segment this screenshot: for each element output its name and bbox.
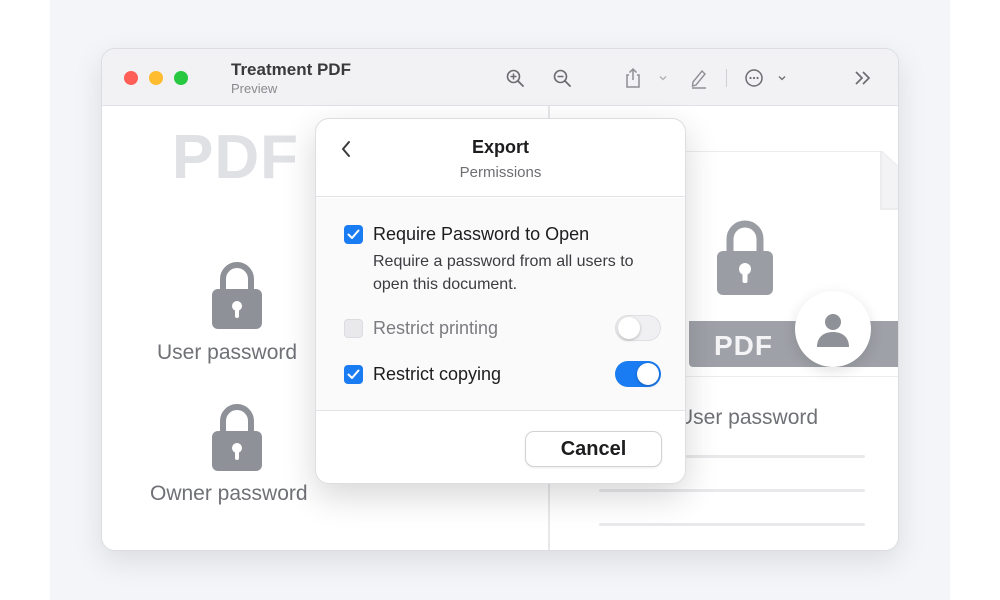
markup-pen-icon[interactable] bbox=[688, 67, 710, 89]
close-window-button[interactable] bbox=[124, 71, 138, 85]
toolbar-separator bbox=[726, 69, 727, 87]
pdf-heading: PDF bbox=[172, 123, 299, 192]
sheet-subtitle: Permissions bbox=[459, 164, 542, 181]
require-password-label: Require Password to Open bbox=[373, 224, 590, 244]
sheet-title: Export bbox=[471, 137, 529, 157]
window-subtitle: Preview bbox=[231, 81, 278, 96]
minimize-window-button[interactable] bbox=[149, 71, 163, 85]
zoom-window-button[interactable] bbox=[174, 71, 188, 85]
sheet-header: Export Permissions bbox=[316, 119, 685, 197]
window-title: Treatment PDF bbox=[231, 60, 351, 79]
more-chevron-down-icon[interactable] bbox=[775, 67, 789, 89]
toggle-knob bbox=[618, 317, 640, 339]
export-permissions-sheet: Export Permissions Require Password to O… bbox=[315, 118, 686, 484]
share-icon[interactable] bbox=[622, 67, 644, 89]
sidebar-expand-icon[interactable] bbox=[852, 67, 874, 89]
user-password-label: User password bbox=[157, 341, 298, 364]
pdf-badge-text: PDF bbox=[714, 330, 773, 361]
zoom-in-icon[interactable] bbox=[504, 67, 526, 89]
restrict-printing-toggle[interactable] bbox=[615, 315, 661, 341]
text-line bbox=[599, 523, 865, 526]
owner-password-label: Owner password bbox=[150, 482, 308, 505]
zoom-out-icon[interactable] bbox=[551, 67, 573, 89]
require-password-checkbox[interactable] bbox=[344, 225, 363, 244]
require-password-description: Require a password from all users to ope… bbox=[373, 253, 634, 293]
window-titlebar: Treatment PDF Preview bbox=[102, 49, 898, 106]
share-chevron-down-icon[interactable] bbox=[656, 67, 670, 89]
sheet-footer: Cancel bbox=[316, 410, 685, 483]
cancel-button[interactable]: Cancel bbox=[525, 431, 662, 467]
document-lock-icon bbox=[714, 217, 776, 302]
restrict-copying-toggle[interactable] bbox=[615, 361, 661, 387]
restrict-copying-label: Restrict copying bbox=[373, 364, 502, 384]
user-avatar-icon bbox=[795, 291, 871, 367]
restrict-printing-checkbox[interactable] bbox=[344, 319, 363, 338]
lock-icon bbox=[209, 259, 265, 336]
restrict-printing-label: Restrict printing bbox=[373, 318, 499, 338]
text-line bbox=[599, 489, 865, 492]
more-options-icon[interactable] bbox=[743, 67, 765, 89]
toggle-knob bbox=[637, 363, 659, 385]
restrict-copying-checkbox[interactable] bbox=[344, 365, 363, 384]
document-user-password-label: User password bbox=[678, 406, 819, 429]
lock-icon bbox=[209, 401, 265, 478]
